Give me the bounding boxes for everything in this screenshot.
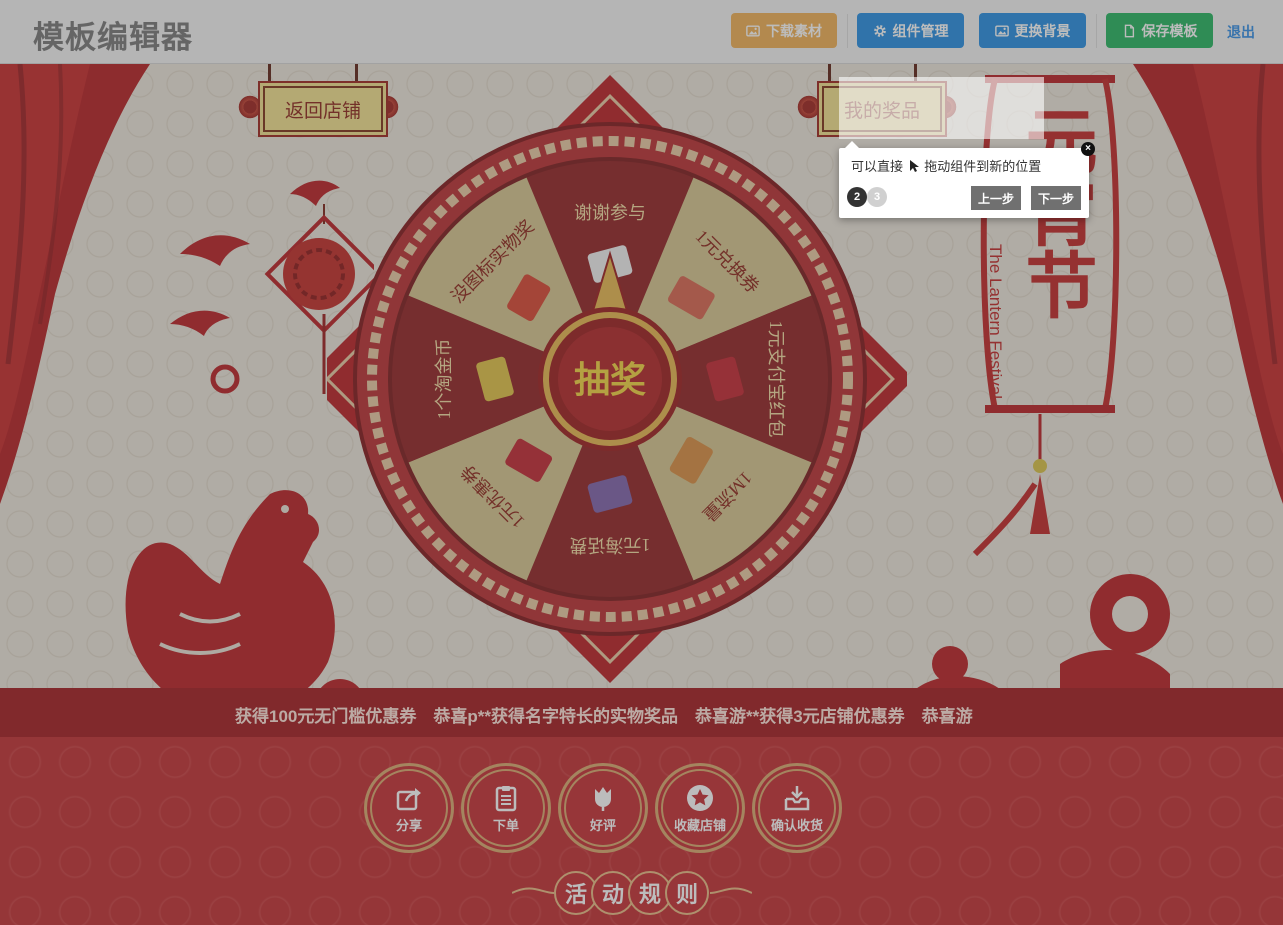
sign-rope — [268, 64, 271, 88]
download-assets-label: 下载素材 — [766, 22, 822, 39]
guide-text-after: 拖动组件到新的位置 — [924, 159, 1042, 174]
bottom-action-area: 分享 下单 好评 收藏店铺 确认收货 活 动 规 则 — [0, 737, 1283, 925]
clipboard-icon — [495, 785, 517, 811]
top-toolbar: 模板编辑器 下载素材 组件管理 更换背景 保存模板 退出 — [0, 0, 1283, 64]
wheel-prize-label: 1个淘金币 — [434, 339, 454, 420]
toolbar-divider — [1096, 14, 1097, 48]
review-label: 好评 — [589, 817, 616, 833]
left-curtain — [0, 64, 150, 504]
guide-step-2-current[interactable]: 2 — [847, 187, 867, 207]
festival-subtitle: The Lantern Festival — [986, 244, 1005, 399]
winners-marquee: 获得100元无门槛优惠券 恭喜p**获得名字特长的实物奖品 恭喜游**获得3元店… — [0, 688, 1283, 737]
star-icon — [687, 784, 713, 811]
confirm-receipt-button[interactable]: 确认收货 — [752, 763, 842, 853]
guide-text-before: 可以直接 — [851, 159, 904, 174]
order-label: 下单 — [492, 817, 519, 833]
order-button[interactable]: 下单 — [461, 763, 551, 853]
confirm-receipt-label: 确认收货 — [770, 817, 823, 833]
right-curtain — [1133, 64, 1283, 504]
change-background-button[interactable]: 更换背景 — [979, 13, 1086, 48]
component-manager-button[interactable]: 组件管理 — [857, 13, 964, 48]
inbox-download-icon — [784, 785, 810, 810]
share-icon — [396, 787, 421, 810]
cursor-arrow-icon — [909, 160, 919, 172]
wheel-prize-label: 1元海话费 — [570, 535, 651, 555]
favorite-shop-button[interactable]: 收藏店铺 — [655, 763, 745, 853]
guide-next-button[interactable]: 下一步 — [1031, 186, 1081, 210]
change-background-label: 更换背景 — [1014, 22, 1071, 39]
component-manager-label: 组件管理 — [892, 22, 949, 39]
share-label: 分享 — [395, 817, 422, 833]
sign-rope — [914, 64, 917, 88]
guide-step-3[interactable]: 3 — [867, 187, 887, 207]
sign-flower-ornament — [237, 94, 263, 120]
winners-marquee-text: 获得100元无门槛优惠券 恭喜p**获得名字特长的实物奖品 恭喜游**获得3元店… — [235, 707, 973, 726]
image-icon — [746, 24, 760, 37]
spin-button-label[interactable]: 抽奖 — [574, 359, 646, 400]
tulip-icon — [595, 786, 611, 811]
image-icon — [994, 24, 1009, 37]
gear-icon — [873, 24, 886, 37]
prize-wheel: 谢谢参与1元兑换券1元支付宝红包1M流量1元海话费1元优惠券1个淘金币没图标实物… — [327, 74, 907, 684]
save-template-button[interactable]: 保存模板 — [1106, 13, 1213, 48]
save-template-label: 保存模板 — [1141, 22, 1198, 39]
wheel-prize-label: 1元支付宝红包 — [766, 321, 786, 438]
guide-close-button[interactable]: × — [1081, 142, 1095, 156]
review-button[interactable]: 好评 — [558, 763, 648, 853]
activity-rules-title[interactable]: 活 动 规 则 — [512, 871, 752, 919]
exit-link[interactable]: 退出 — [1227, 22, 1255, 42]
favorite-shop-label: 收藏店铺 — [673, 817, 726, 833]
toolbar-divider — [847, 14, 848, 48]
wheel-prize-label: 谢谢参与 — [574, 203, 646, 223]
guide-tooltip-text: 可以直接 拖动组件到新的位置 — [851, 156, 1041, 175]
share-button[interactable]: 分享 — [364, 763, 454, 853]
guide-tooltip: 可以直接 拖动组件到新的位置 × 3 2 上一步 下一步 — [839, 141, 1095, 218]
guide-previous-button[interactable]: 上一步 — [971, 186, 1021, 210]
app-title: 模板编辑器 — [33, 20, 193, 55]
file-icon — [1124, 24, 1134, 37]
rules-char: 则 — [665, 871, 709, 915]
download-assets-button[interactable]: 下载素材 — [731, 13, 837, 48]
